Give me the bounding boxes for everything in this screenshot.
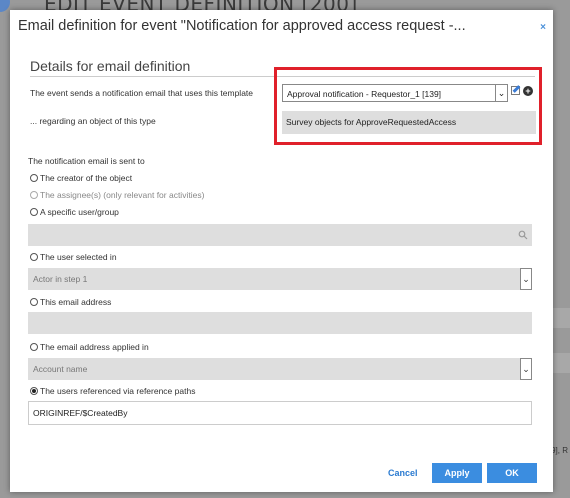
user-selected-dropdown[interactable]: Actor in step 1 ⌄ [28, 268, 532, 290]
radio-label: The email address applied in [40, 342, 149, 352]
dialog-title: Email definition for event "Notification… [18, 18, 466, 34]
radio-label: A specific user/group [40, 207, 119, 217]
close-icon[interactable]: × [540, 22, 546, 33]
apply-button[interactable]: Apply [432, 463, 482, 483]
radio-button[interactable] [30, 343, 38, 351]
radio-label: The users referenced via reference paths [40, 386, 196, 396]
background-icon [0, 0, 10, 12]
radio-label: This email address [40, 297, 112, 307]
specific-user-field[interactable] [28, 224, 532, 246]
reference-paths-input[interactable]: ORIGINREF/$CreatedBy [28, 401, 532, 425]
radio-label: The creator of the object [40, 173, 133, 183]
object-type-label: ... regarding an object of this type [30, 116, 156, 126]
search-icon[interactable] [518, 230, 528, 240]
email-address-field[interactable] [28, 312, 532, 334]
radio-specific-user[interactable]: A specific user/group [30, 207, 119, 217]
radio-creator[interactable]: The creator of the object [30, 173, 132, 183]
highlight-frame [274, 67, 542, 145]
email-applied-dropdown[interactable]: Account name ⌄ [28, 358, 532, 380]
radio-email-applied[interactable]: The email address applied in [30, 342, 149, 352]
dropdown-value: Account name [33, 364, 88, 374]
radio-label: The user selected in [40, 252, 117, 262]
radio-button[interactable] [30, 253, 38, 261]
radio-user-selected[interactable]: The user selected in [30, 252, 117, 262]
section-title: Details for email definition [30, 58, 191, 74]
email-definition-dialog: Email definition for event "Notification… [10, 10, 553, 492]
radio-button[interactable] [30, 208, 38, 216]
radio-button[interactable] [30, 387, 38, 395]
radio-assignee[interactable]: The assignee(s) (only relevant for activ… [30, 190, 204, 200]
radio-label: The assignee(s) (only relevant for activ… [40, 190, 205, 200]
radio-button[interactable] [30, 191, 38, 199]
dropdown-value: Actor in step 1 [33, 274, 88, 284]
radio-email-address[interactable]: This email address [30, 297, 111, 307]
radio-button[interactable] [30, 298, 38, 306]
radio-reference-paths[interactable]: The users referenced via reference paths [30, 386, 195, 396]
background-side-text: 9], R [551, 446, 568, 455]
chevron-down-icon[interactable]: ⌄ [520, 358, 532, 380]
sent-to-label: The notification email is sent to [28, 156, 145, 166]
cancel-button[interactable]: Cancel [388, 468, 418, 478]
radio-button[interactable] [30, 174, 38, 182]
chevron-down-icon[interactable]: ⌄ [520, 268, 532, 290]
template-label: The event sends a notification email tha… [30, 88, 254, 98]
ok-button[interactable]: OK [487, 463, 537, 483]
